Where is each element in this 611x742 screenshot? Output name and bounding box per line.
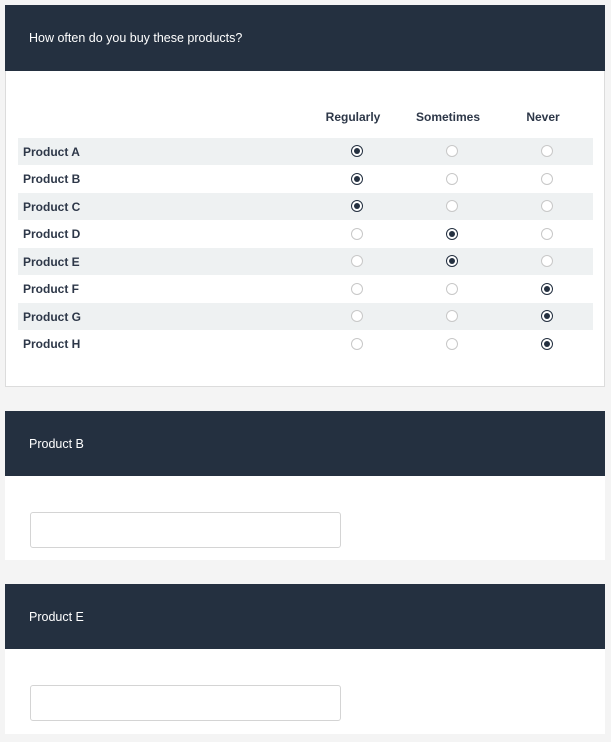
row-label: Product E bbox=[23, 254, 80, 269]
question-header: How often do you buy these products? bbox=[5, 5, 605, 71]
radio-regularly[interactable] bbox=[351, 337, 363, 350]
row-label: Product B bbox=[23, 172, 81, 186]
matrix-row: Product C bbox=[18, 193, 593, 220]
radio-regularly[interactable] bbox=[351, 310, 363, 322]
radio-sometimes[interactable] bbox=[446, 282, 458, 295]
radio-regularly[interactable] bbox=[351, 282, 363, 295]
radio-never[interactable] bbox=[541, 337, 553, 350]
followup-card-product-e: Product E bbox=[5, 584, 605, 734]
radio-sometimes[interactable] bbox=[446, 255, 458, 267]
radio-regularly[interactable] bbox=[351, 227, 363, 240]
radio-never[interactable] bbox=[541, 200, 553, 212]
radio-sometimes[interactable] bbox=[446, 227, 458, 240]
matrix-row: Product D bbox=[18, 221, 593, 248]
followup-card-product-b: Product B bbox=[5, 411, 605, 560]
followup-title: Product E bbox=[29, 609, 84, 624]
radio-sometimes[interactable] bbox=[446, 337, 458, 350]
radio-sometimes[interactable] bbox=[446, 310, 458, 322]
radio-sometimes[interactable] bbox=[446, 200, 458, 212]
radio-regularly[interactable] bbox=[351, 145, 363, 157]
radio-sometimes[interactable] bbox=[446, 145, 458, 157]
radio-never[interactable] bbox=[541, 172, 553, 185]
matrix-row: Product E bbox=[18, 248, 593, 275]
radio-sometimes[interactable] bbox=[446, 172, 458, 185]
radio-never[interactable] bbox=[541, 227, 553, 240]
matrix-row: Product F bbox=[18, 276, 593, 303]
followup-header: Product E bbox=[5, 584, 605, 649]
followup-title: Product B bbox=[29, 436, 84, 451]
row-label: Product F bbox=[23, 282, 79, 296]
row-label: Product A bbox=[23, 144, 80, 159]
column-header-sometimes: Sometimes bbox=[415, 110, 481, 124]
product-b-text-input[interactable] bbox=[30, 512, 341, 548]
row-label: Product C bbox=[23, 199, 81, 214]
row-label: Product H bbox=[23, 337, 81, 351]
question-title: How often do you buy these products? bbox=[29, 31, 243, 45]
radio-regularly[interactable] bbox=[351, 255, 363, 267]
matrix-row: Product H bbox=[18, 331, 593, 358]
matrix-row: Product A bbox=[18, 138, 593, 165]
radio-never[interactable] bbox=[541, 255, 553, 267]
followup-header: Product B bbox=[5, 411, 605, 476]
radio-regularly[interactable] bbox=[351, 172, 363, 185]
radio-regularly[interactable] bbox=[351, 200, 363, 212]
column-header-never: Never bbox=[526, 110, 560, 124]
radio-never[interactable] bbox=[541, 310, 553, 322]
matrix-row: Product G bbox=[18, 303, 593, 330]
row-label: Product D bbox=[23, 227, 81, 241]
radio-never[interactable] bbox=[541, 282, 553, 295]
column-header-regularly: Regularly bbox=[325, 110, 381, 124]
radio-never[interactable] bbox=[541, 145, 553, 157]
matrix-question-card: How often do you buy these products? Reg… bbox=[5, 5, 605, 387]
matrix-row: Product B bbox=[18, 166, 593, 193]
product-e-text-input[interactable] bbox=[30, 685, 341, 721]
row-label: Product G bbox=[23, 309, 82, 324]
